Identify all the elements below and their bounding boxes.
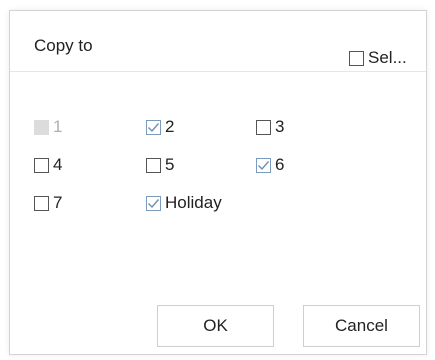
checkbox-label: 1: [53, 117, 63, 136]
check-icon[interactable]: [146, 119, 161, 135]
checkbox-box[interactable]: [34, 195, 49, 211]
day-checkbox-5[interactable]: 5: [146, 155, 174, 175]
checkbox-label: 3: [275, 117, 285, 136]
day-checkbox-1: 1: [34, 117, 62, 137]
checkbox-box[interactable]: [34, 157, 49, 173]
copy-to-dialog: Copy to Sel... 1 2 3 4 5 6 7 Holiday OK …: [9, 10, 427, 355]
day-checkbox-4[interactable]: 4: [34, 155, 62, 175]
dialog-title: Copy to: [34, 36, 93, 55]
checkbox-label: 5: [165, 155, 175, 174]
day-checkbox-2[interactable]: 2: [146, 117, 174, 137]
checkbox-label: 6: [275, 155, 285, 174]
holiday-checkbox[interactable]: Holiday: [146, 193, 222, 213]
checkbox-label: 4: [53, 155, 63, 174]
check-icon[interactable]: [256, 157, 271, 173]
cancel-button[interactable]: Cancel: [303, 305, 420, 347]
day-checkbox-6[interactable]: 6: [256, 155, 284, 175]
select-all-label: Sel...: [368, 48, 407, 67]
header-divider: [10, 71, 426, 72]
select-all-checkbox[interactable]: Sel...: [349, 48, 407, 68]
checkbox-box: [34, 119, 49, 135]
checkbox-label: 7: [53, 193, 63, 212]
select-all-box[interactable]: [349, 50, 364, 66]
checkbox-label: 2: [165, 117, 175, 136]
check-icon[interactable]: [146, 195, 161, 211]
checkbox-box[interactable]: [256, 119, 271, 135]
ok-button[interactable]: OK: [157, 305, 274, 347]
checkbox-box[interactable]: [146, 157, 161, 173]
checkbox-label: Holiday: [165, 193, 222, 212]
title-field: [114, 35, 169, 55]
day-checkbox-3[interactable]: 3: [256, 117, 284, 137]
day-checkbox-7[interactable]: 7: [34, 193, 62, 213]
